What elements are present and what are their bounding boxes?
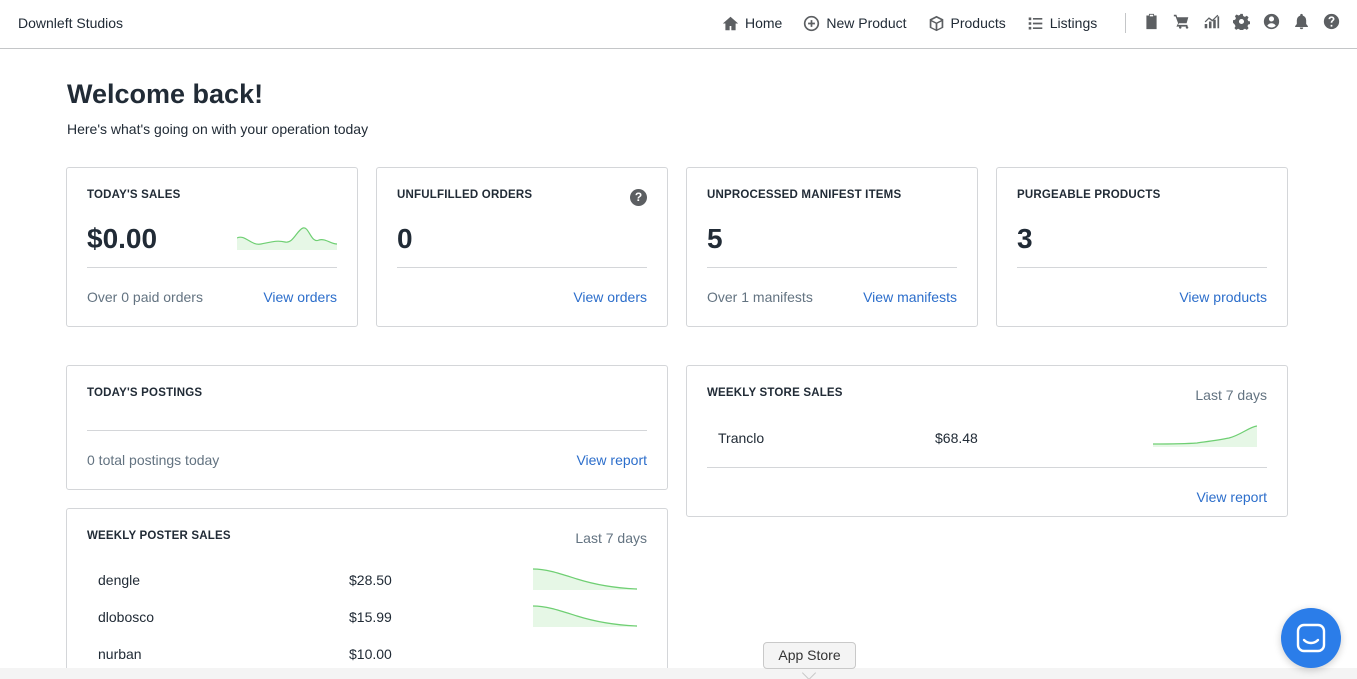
app-store-tooltip: App Store	[763, 642, 856, 669]
bell-icon[interactable]	[1293, 13, 1310, 30]
poster-sales-value: $15.99	[349, 609, 392, 625]
weekly-poster-sales-card: WEEKLY POSTER SALES Last 7 days dengle $…	[66, 508, 668, 679]
box-icon	[929, 15, 943, 31]
card-title: UNPROCESSED MANIFEST ITEMS	[707, 189, 902, 201]
plus-circle-icon	[804, 15, 820, 31]
clipboard-icon[interactable]	[1143, 13, 1160, 30]
card-title: UNFULFILLED ORDERS	[397, 189, 533, 201]
poster-sparkline	[533, 568, 637, 590]
store-name-cell: Tranclo	[718, 430, 765, 446]
sales-amount: $0.00	[87, 223, 158, 254]
poster-name-cell: nurban	[98, 646, 142, 662]
card-divider	[397, 267, 647, 268]
nav-home[interactable]: Home	[722, 15, 782, 32]
view-orders-link[interactable]: View orders	[573, 289, 647, 305]
list-icon	[1028, 17, 1043, 29]
manifest-count: 5	[707, 223, 723, 254]
period-label: Last 7 days	[1195, 387, 1267, 403]
card-title: WEEKLY STORE SALES	[707, 387, 843, 399]
view-report-link[interactable]: View report	[576, 452, 647, 468]
chat-icon	[1296, 623, 1326, 653]
weekly-store-sales-card: WEEKLY STORE SALES Last 7 days Tranclo $…	[686, 365, 1288, 517]
view-orders-link[interactable]: View orders	[263, 289, 337, 305]
paid-orders-summary: Over 0 paid orders	[87, 289, 203, 305]
card-title: WEEKLY POSTER SALES	[87, 530, 231, 542]
poster-sales-value: $10.00	[349, 646, 392, 662]
unfulfilled-count: 0	[397, 223, 413, 254]
poster-name-cell: dlobosco	[98, 609, 155, 625]
manifest-items-card: UNPROCESSED MANIFEST ITEMS 5 Over 1 mani…	[686, 167, 978, 327]
gear-icon[interactable]	[1233, 13, 1250, 30]
card-divider	[87, 267, 337, 268]
main-nav: Home New Product Products Listings	[722, 13, 1118, 33]
nav-new-product[interactable]: New Product	[803, 15, 907, 32]
postings-summary: 0 total postings today	[87, 452, 220, 468]
card-divider	[1017, 267, 1267, 268]
question-icon[interactable]: ?	[630, 189, 647, 206]
purgeable-count: 3	[1017, 223, 1033, 254]
store-name[interactable]: Downleft Studios	[18, 15, 123, 31]
help-icon[interactable]	[1323, 13, 1340, 30]
nav-divider	[1125, 13, 1126, 33]
card-divider	[707, 467, 1267, 468]
account-icon[interactable]	[1263, 13, 1280, 30]
manifests-summary: Over 1 manifests	[707, 289, 813, 305]
todays-postings-card: TODAY'S POSTINGS 0 total postings today …	[66, 365, 668, 490]
page-subtitle: Here's what's going on with your operati…	[67, 121, 369, 137]
todays-sales-card: TODAY'S SALES $0.00 Over 0 paid orders V…	[66, 167, 358, 327]
poster-sparkline	[533, 605, 637, 627]
home-icon	[722, 16, 739, 30]
unfulfilled-orders-card: UNFULFILLED ORDERS ? 0 View orders	[376, 167, 668, 327]
poster-name-cell: dengle	[98, 572, 141, 588]
store-sales-value: $68.48	[935, 430, 978, 446]
view-products-link[interactable]: View products	[1179, 289, 1267, 305]
card-divider	[87, 430, 647, 431]
nav-new-product-label: New Product	[826, 15, 907, 31]
card-divider	[707, 267, 957, 268]
card-title: TODAY'S SALES	[87, 189, 181, 201]
nav-products[interactable]: Products	[928, 15, 1006, 32]
top-navigation-bar: Downleft Studios Home New Product Produc…	[0, 0, 1357, 49]
purgeable-products-card: PURGEABLE PRODUCTS 3 View products	[996, 167, 1288, 327]
poster-sales-value: $28.50	[349, 572, 392, 588]
analytics-icon[interactable]	[1203, 13, 1220, 30]
cart-icon[interactable]	[1173, 13, 1190, 30]
nav-listings[interactable]: Listings	[1027, 15, 1097, 32]
card-title: TODAY'S POSTINGS	[87, 387, 203, 399]
store-sparkline	[1153, 425, 1257, 447]
sales-sparkline	[237, 227, 337, 250]
nav-products-label: Products	[950, 15, 1006, 31]
chat-launcher-button[interactable]	[1281, 608, 1341, 668]
utility-icons	[1143, 13, 1353, 30]
view-report-link[interactable]: View report	[1196, 489, 1267, 505]
bottom-overlay-bar	[0, 668, 1357, 679]
view-manifests-link[interactable]: View manifests	[863, 289, 957, 305]
nav-home-label: Home	[745, 15, 783, 31]
nav-listings-label: Listings	[1049, 15, 1098, 31]
card-title: PURGEABLE PRODUCTS	[1017, 189, 1161, 201]
page-title: Welcome back!	[67, 79, 264, 109]
period-label: Last 7 days	[575, 530, 647, 546]
